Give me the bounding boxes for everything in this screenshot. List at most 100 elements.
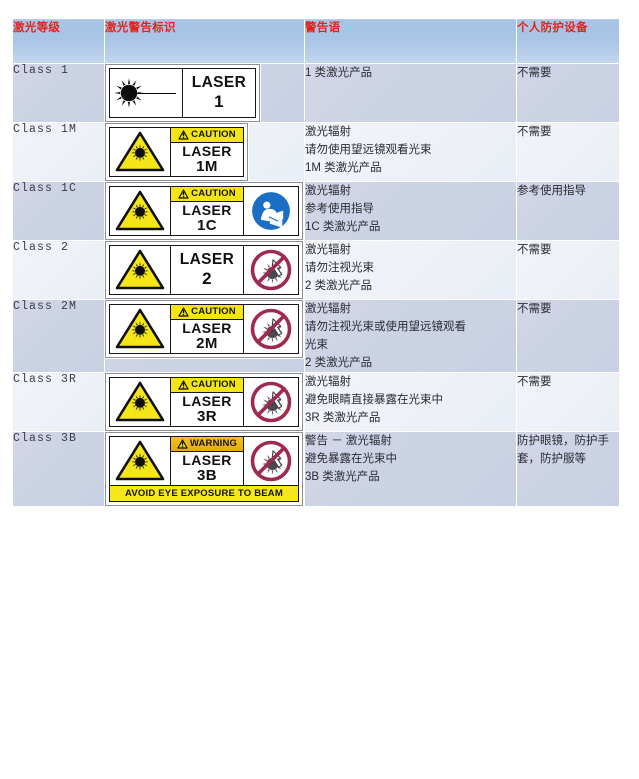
laser-class-text: LASER 3R — [171, 393, 243, 426]
warning-band: WARNING — [171, 437, 243, 452]
table-row: Class 1 LASER 1 1 类激光产品 不需要 — [12, 63, 620, 123]
laser-class-text: LASER 2M — [171, 320, 243, 353]
caution-band: CAUTION — [171, 378, 243, 393]
page-root: 激光等级 激光警告标识 警告语 个人防护设备 Class 1 LASER 1 1 类… — [0, 18, 639, 779]
no-stare-prohibition-icon — [243, 246, 298, 294]
read-instructions-mandatory-icon — [243, 187, 298, 235]
table-body: Class 1 LASER 1 1 类激光产品 不需要 Class 1M CAUTION… — [12, 63, 620, 507]
laser-class-number: 2M — [196, 335, 218, 353]
cell-warning-label: CAUTION LASER 2M — [104, 299, 305, 373]
laser-class-table: 激光等级 激光警告标识 警告语 个人防护设备 Class 1 LASER 1 1 类… — [12, 18, 620, 507]
laser-warning-label: WARNING LASER 3B AVOID EYE EXPOSURE TO BEA… — [105, 432, 303, 506]
cell-ppe: 不需要 — [516, 122, 620, 182]
warning-triangle-icon — [178, 130, 189, 140]
laser-class-text: LASER 1 — [183, 69, 255, 117]
warning-text: 激光辐射 参考使用指导 1C 类激光产品 — [305, 185, 381, 233]
cell-warning-label: CAUTION LASER 1M — [104, 122, 305, 182]
table-header: 激光等级 激光警告标识 警告语 个人防护设备 — [12, 18, 620, 64]
laser-hazard-triangle-icon — [110, 187, 170, 235]
cell-ppe: 不需要 — [516, 240, 620, 300]
laser-class-number: 3R — [197, 408, 217, 426]
laser-text-pane: CAUTION LASER 2M — [170, 305, 243, 353]
laser-class-number: 3B — [197, 467, 217, 485]
laser-text-pane: WARNING LASER 3B — [170, 437, 243, 485]
cell-warning-text: 激光辐射 参考使用指导 1C 类激光产品 — [304, 181, 517, 241]
band-text: CAUTION — [191, 188, 236, 200]
laser-hazard-triangle-icon — [110, 305, 170, 353]
laser-warning-label: LASER 2 — [105, 241, 303, 299]
laser-text-pane: LASER 1 — [182, 69, 255, 117]
cell-warning-label: LASER 1 — [104, 63, 305, 123]
laser-word: LASER — [182, 392, 232, 409]
warning-text: 激光辐射 请勿注视光束 2 类激光产品 — [305, 244, 374, 292]
laser-warning-label: CAUTION LASER 3R — [105, 373, 303, 431]
cell-laser-class: Class 3R — [12, 372, 105, 432]
cell-warning-label: LASER 2 — [104, 240, 305, 300]
cell-warning-text: 激光辐射 请勿注视光束 2 类激光产品 — [304, 240, 517, 300]
cell-laser-class: Class 1C — [12, 181, 105, 241]
laser-class-number: 2 — [202, 268, 212, 288]
cell-warning-label: WARNING LASER 3B AVOID EYE EXPOSURE TO BEA… — [104, 431, 305, 507]
laser-hazard-triangle-icon — [110, 246, 170, 294]
warning-text: 1 类激光产品 — [305, 67, 373, 79]
band-text: CAUTION — [191, 379, 236, 391]
header-cell-ppe: 个人防护设备 — [516, 18, 620, 64]
laser-word: LASER — [191, 74, 247, 92]
laser-warning-label: LASER 1 — [105, 64, 260, 122]
laser-burst-icon — [110, 69, 182, 117]
laser-word: LASER — [182, 451, 232, 468]
laser-class-number: 1M — [196, 158, 218, 176]
laser-hazard-triangle-icon — [110, 378, 170, 426]
laser-hazard-triangle-icon — [110, 437, 170, 485]
warning-text: 激光辐射 请勿注视光束或使用望远镜观看 光束 2 类激光产品 — [305, 303, 466, 369]
cell-ppe: 参考使用指导 — [516, 181, 620, 241]
laser-word: LASER — [182, 319, 232, 336]
cell-warning-text: 1 类激光产品 — [304, 63, 517, 123]
no-stare-prohibition-icon — [243, 437, 298, 485]
laser-warning-label: CAUTION LASER 1C — [105, 182, 303, 240]
table-row: Class 2 LASER 2 激光辐射 请勿注视光束 2 类激光产品 不需要 — [12, 240, 620, 300]
cell-warning-text: 激光辐射 避免眼睛直接暴露在光束中 3R 类激光产品 — [304, 372, 517, 432]
cell-laser-class: Class 1M — [12, 122, 105, 182]
laser-warning-label: CAUTION LASER 1M — [105, 123, 248, 181]
no-stare-prohibition-icon — [243, 378, 298, 426]
cell-ppe: 不需要 — [516, 372, 620, 432]
cell-warning-text: 警告 － 激光辐射 避免暴露在光束中 3B 类激光产品 — [304, 431, 517, 507]
laser-word: LASER — [182, 142, 232, 159]
cell-laser-class: Class 1 — [12, 63, 105, 123]
band-text: WARNING — [189, 438, 238, 450]
cell-warning-label: CAUTION LASER 1C — [104, 181, 305, 241]
band-text: CAUTION — [191, 306, 236, 318]
cell-laser-class: Class 2 — [12, 240, 105, 300]
cell-warning-text: 激光辐射 请勿注视光束或使用望远镜观看 光束 2 类激光产品 — [304, 299, 517, 373]
warning-text: 警告 － 激光辐射 避免暴露在光束中 3B 类激光产品 — [305, 435, 397, 483]
laser-class-text: LASER 1M — [171, 143, 243, 176]
header-cell-class: 激光等级 — [12, 18, 105, 64]
laser-class-text: LASER 2 — [171, 246, 243, 294]
header-cell-sign: 激光警告标识 — [104, 18, 305, 64]
cell-laser-class: Class 2M — [12, 299, 105, 373]
laser-warning-label: CAUTION LASER 2M — [105, 300, 303, 358]
cell-warning-text: 激光辐射 请勿使用望远镜观看光束 1M 类激光产品 — [304, 122, 517, 182]
laser-class-number: 1 — [214, 91, 224, 111]
warning-triangle-icon — [177, 439, 188, 449]
laser-class-text: LASER 3B — [171, 452, 243, 485]
no-stare-prohibition-icon — [243, 305, 298, 353]
warning-triangle-icon — [178, 307, 189, 317]
warning-triangle-icon — [178, 189, 189, 199]
cell-ppe: 防护眼镜，防护手套，防护服等 — [516, 431, 620, 507]
warning-text: 激光辐射 请勿使用望远镜观看光束 1M 类激光产品 — [305, 126, 432, 174]
table-row: Class 3R CAUTION LASER 3R 激光辐射 避免眼睛直接暴露在光束… — [12, 372, 620, 432]
laser-class-number: 1C — [197, 217, 217, 235]
caution-band: CAUTION — [171, 187, 243, 202]
laser-word: LASER — [179, 251, 235, 269]
laser-class-text: LASER 1C — [171, 202, 243, 235]
table-row: Class 3B WARNING LASER 3B AVOID EYE EXPOSU… — [12, 431, 620, 507]
band-text: CAUTION — [191, 129, 236, 141]
table-row: Class 2M CAUTION LASER 2M 激光辐射 请勿注视光束或使用望远… — [12, 299, 620, 373]
laser-word: LASER — [182, 201, 232, 218]
warning-text: 激光辐射 避免眼睛直接暴露在光束中 3R 类激光产品 — [305, 376, 443, 424]
table-row: Class 1C CAUTION LASER 1C 激光辐射 参考使用指导 1C 类… — [12, 181, 620, 241]
cell-ppe: 不需要 — [516, 63, 620, 123]
laser-text-pane: CAUTION LASER 1M — [170, 128, 243, 176]
